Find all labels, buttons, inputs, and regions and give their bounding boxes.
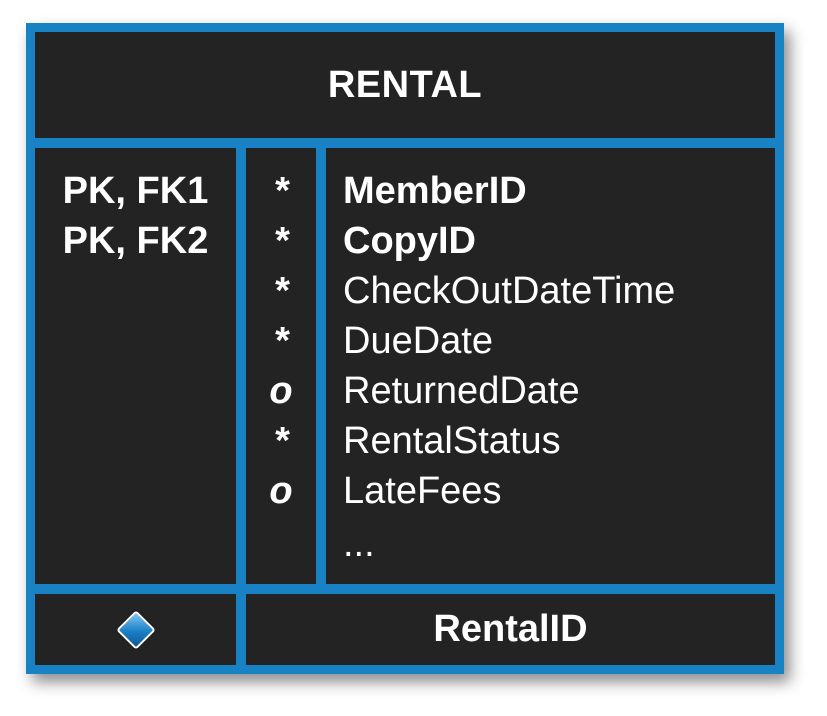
attribute-name: MemberID — [343, 170, 527, 212]
attribute-name: LateFees — [343, 470, 502, 512]
entity-header: RENTAL — [35, 32, 775, 138]
key-label: PK, FK1 — [62, 170, 209, 212]
optionality-marker: * — [273, 320, 289, 362]
attribute-name: ReturnedDate — [343, 370, 580, 412]
key-label: PK, FK2 — [62, 220, 209, 262]
attribute-name: RentalStatus — [343, 420, 561, 462]
optionality-marker: * — [273, 420, 289, 462]
optionality-marker: * — [273, 170, 289, 212]
entity-rental: RENTAL PK, FK1 PK, FK2 * * * * o * o Mem… — [26, 23, 784, 674]
optionality-marker: o — [269, 370, 293, 412]
attribute-column: MemberID CopyID CheckOutDateTime DueDate… — [326, 148, 775, 584]
footer-identifier-cell: RentalID — [246, 594, 775, 665]
attribute-name: CheckOutDateTime — [343, 270, 676, 312]
optionality-marker: * — [273, 270, 289, 312]
footer-identifier: RentalID — [433, 608, 588, 650]
optionality-marker: * — [273, 220, 289, 262]
more-attributes-indicator: ... — [343, 523, 375, 565]
footer-icon-cell — [35, 594, 236, 665]
attribute-name: DueDate — [343, 320, 493, 362]
attribute-name: CopyID — [343, 220, 476, 262]
key-column: PK, FK1 PK, FK2 — [35, 148, 236, 584]
diamond-icon — [115, 609, 156, 650]
entity-title: RENTAL — [327, 63, 483, 106]
optionality-marker: o — [269, 470, 293, 512]
optionality-column: * * * * o * o — [246, 148, 316, 584]
